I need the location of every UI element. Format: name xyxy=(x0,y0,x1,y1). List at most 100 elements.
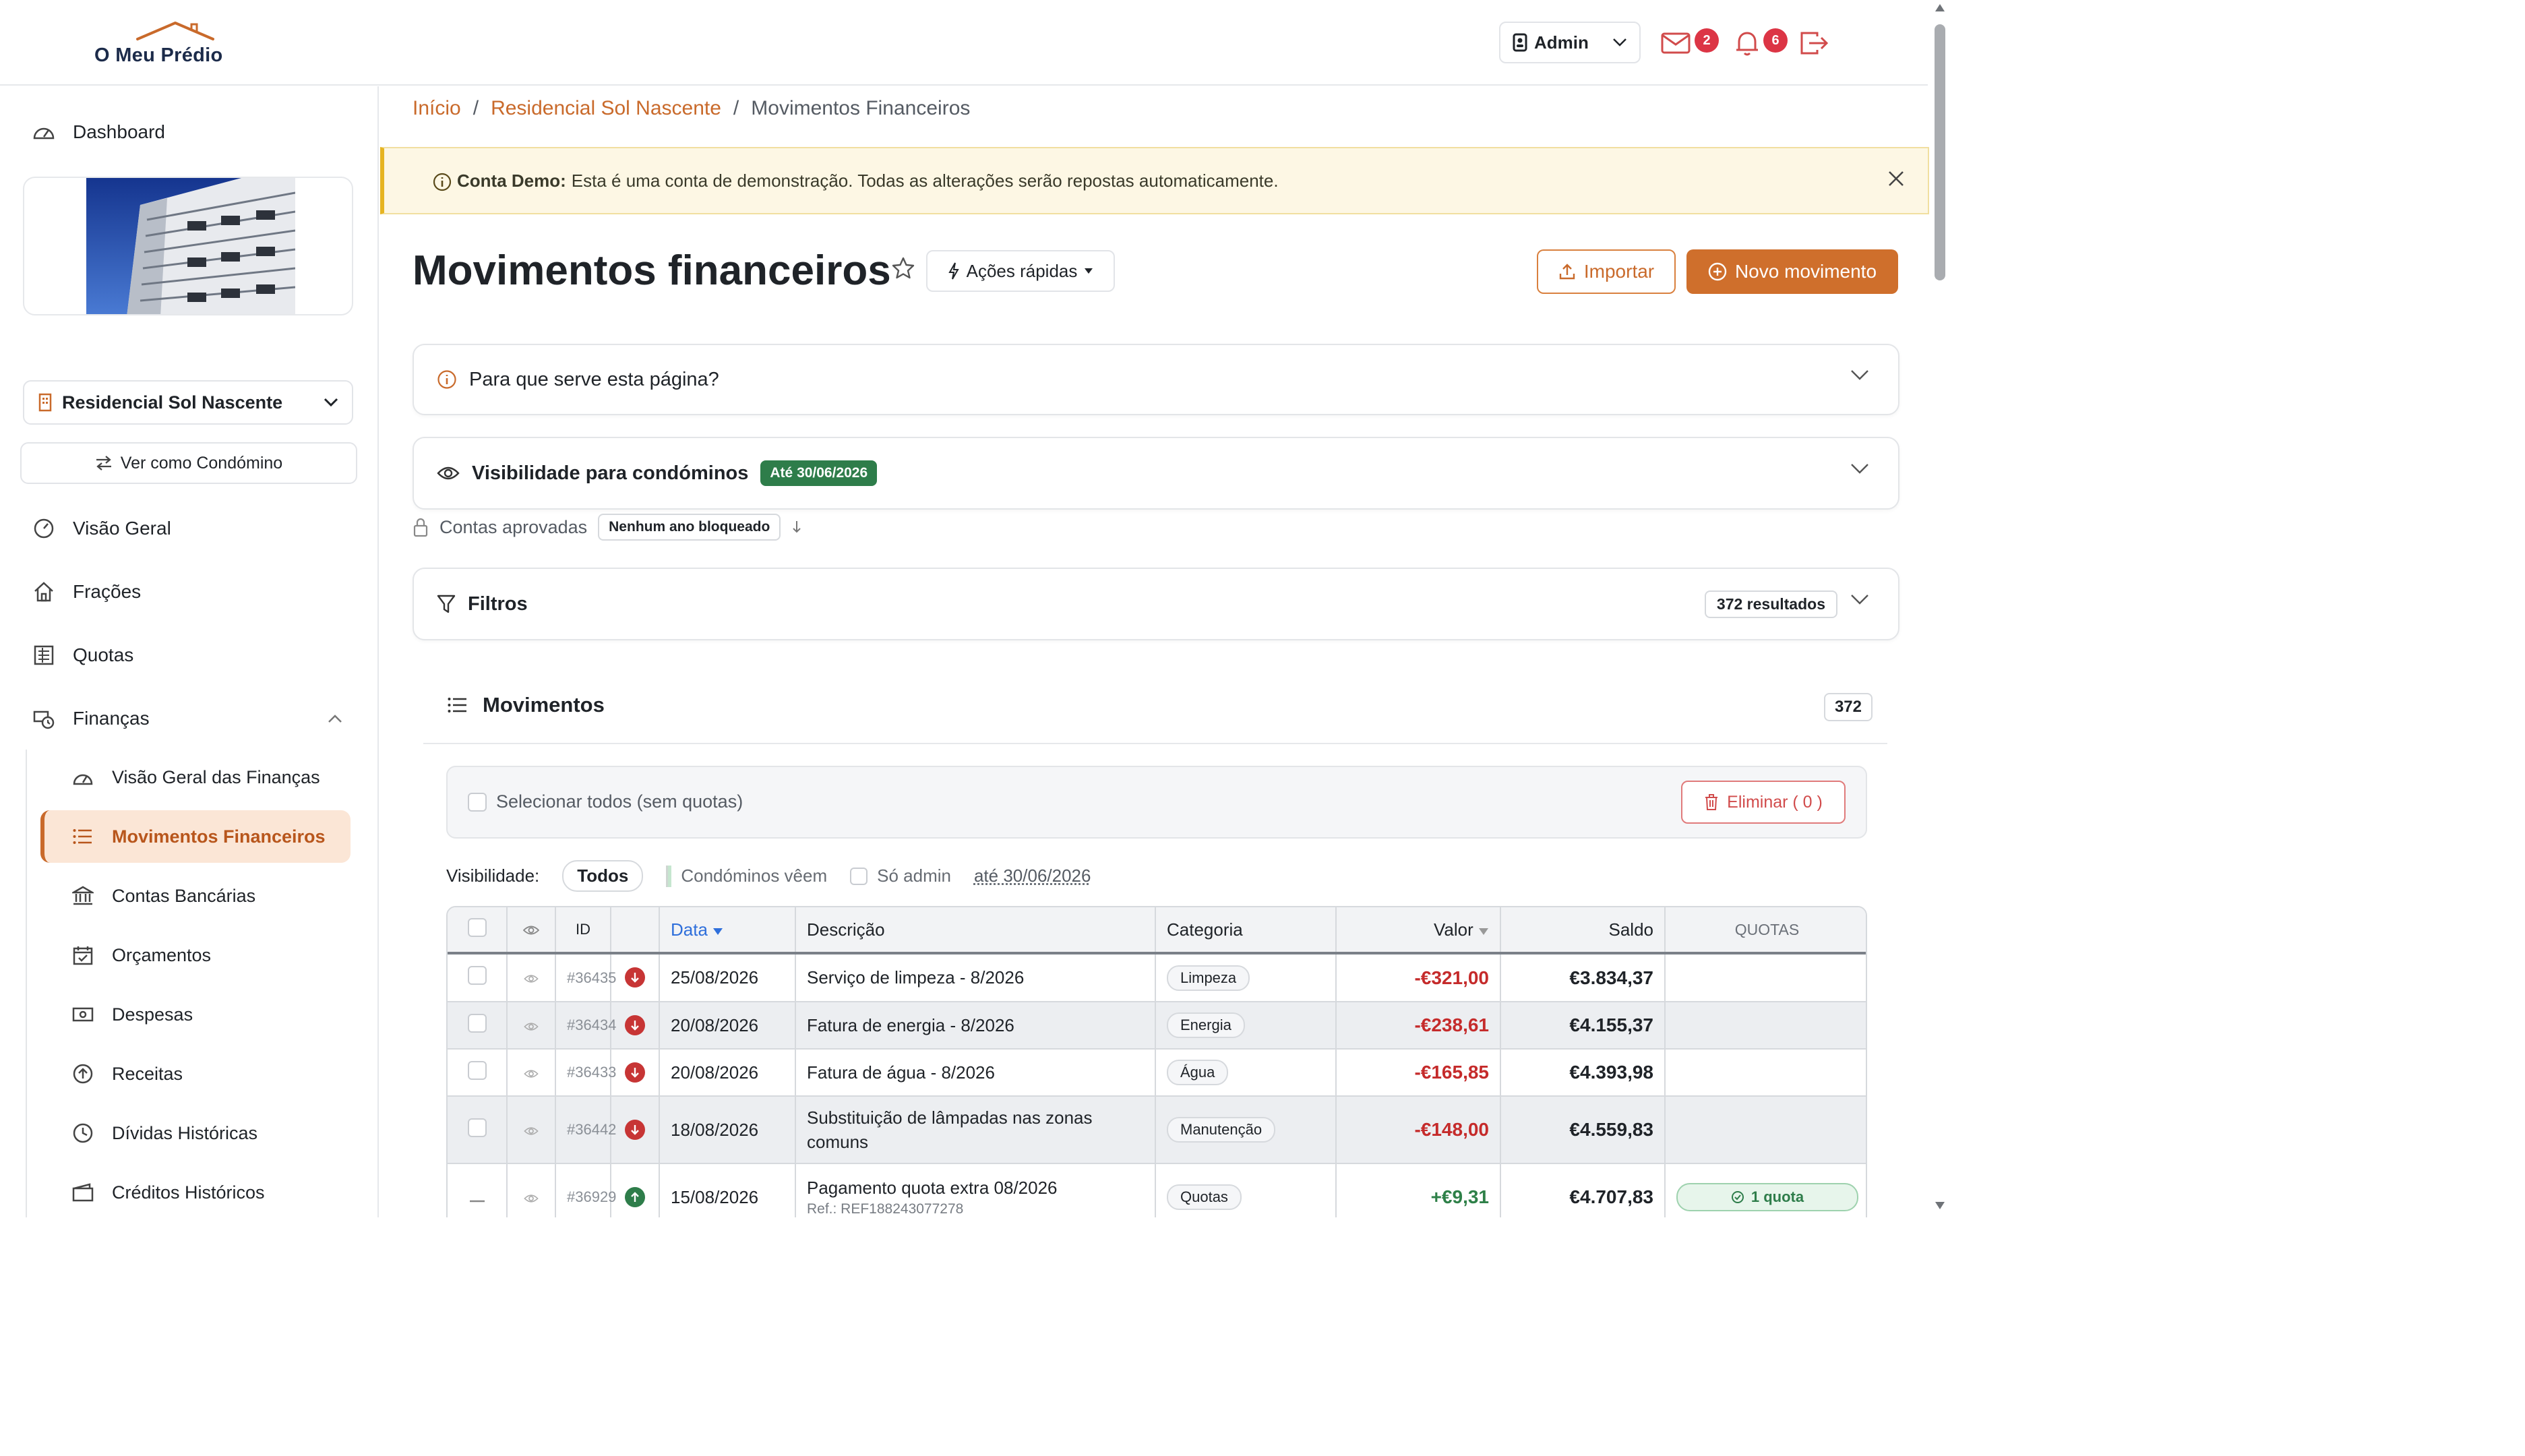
row-checkbox[interactable] xyxy=(467,966,487,985)
header-date-label: Data xyxy=(671,919,708,940)
sidebar-subitem-budgets[interactable]: Orçamentos xyxy=(40,929,351,981)
filters-panel[interactable]: Filtros 372 resultados xyxy=(413,568,1899,640)
sidebar-subitem-expenses[interactable]: Despesas xyxy=(40,988,351,1041)
select-all-control[interactable]: Selecionar todos (sem quotas) xyxy=(468,791,743,812)
row-select-cell[interactable] xyxy=(448,953,508,1002)
category-chip: Manutenção xyxy=(1167,1117,1276,1143)
arrow-down-icon[interactable] xyxy=(791,520,802,535)
logout-button[interactable] xyxy=(1798,27,1831,59)
arrow-down-circle-icon xyxy=(625,1014,645,1035)
quick-actions-dropdown[interactable]: Ações rápidas xyxy=(926,250,1115,292)
row-select-cell[interactable] xyxy=(448,1002,508,1050)
id-badge-icon xyxy=(1513,33,1527,52)
movements-title-text: Movimentos xyxy=(483,693,605,717)
import-button[interactable]: Importar xyxy=(1537,249,1676,294)
eye-icon xyxy=(524,1194,539,1203)
row-id[interactable]: #36435 xyxy=(555,953,616,1002)
table-row[interactable]: #36434 20/08/2026 Fatura de energia - 8/… xyxy=(448,1002,1866,1050)
messages-button[interactable] xyxy=(1660,27,1692,59)
visibility-filter-all[interactable]: Todos xyxy=(562,860,644,892)
demo-banner-strong: Conta Demo: xyxy=(457,170,566,191)
close-icon[interactable] xyxy=(1887,170,1905,187)
header-select-all[interactable] xyxy=(448,907,508,954)
sort-icon xyxy=(1479,928,1488,935)
sidebar-item-fractions[interactable]: Frações xyxy=(32,572,141,612)
table-row[interactable]: #36442 18/08/2026 Substituição de lâmpad… xyxy=(448,1096,1866,1164)
sidebar-item-quotas[interactable]: Quotas xyxy=(32,635,133,675)
import-button-label: Importar xyxy=(1583,261,1655,282)
sidebar-subitem-income[interactable]: Receitas xyxy=(40,1048,351,1100)
breadcrumb-condo-link[interactable]: Residencial Sol Nascente xyxy=(491,97,721,120)
row-checkbox[interactable] xyxy=(467,1060,487,1080)
logo[interactable]: O Meu Prédio xyxy=(94,16,256,73)
swap-arrows-icon xyxy=(96,456,111,471)
header-value[interactable]: Valor xyxy=(1336,907,1501,954)
row-value: +€9,31 xyxy=(1336,1163,1501,1217)
breadcrumb-home-link[interactable]: Início xyxy=(413,97,461,120)
row-checkbox[interactable] xyxy=(467,1013,487,1033)
visibility-until-date[interactable]: até 30/06/2026 xyxy=(974,866,1091,886)
row-balance: €4.559,83 xyxy=(1500,1096,1666,1164)
view-as-condo-button[interactable]: Ver como Condómino xyxy=(20,442,357,484)
header-checkbox[interactable] xyxy=(467,917,487,937)
user-role-select[interactable]: Admin xyxy=(1499,22,1641,63)
row-select-cell[interactable] xyxy=(448,1096,508,1164)
sidebar-subitem-label: Orçamentos xyxy=(112,944,212,965)
delete-selected-button[interactable]: Eliminar ( 0 ) xyxy=(1681,781,1846,824)
table-row[interactable]: #36435 25/08/2026 Serviço de limpeza - 8… xyxy=(448,953,1866,1002)
new-movement-button-label: Novo movimento xyxy=(1734,261,1877,282)
eye-icon xyxy=(524,1069,539,1078)
sidebar-subitem-financial-movements[interactable]: Movimentos Financeiros xyxy=(40,810,351,863)
movements-table: ID Data Descrição Categoria Valor Saldo … xyxy=(446,906,1867,1217)
table-row[interactable]: #36433 20/08/2026 Fatura de água - 8/202… xyxy=(448,1049,1866,1097)
notifications-button[interactable] xyxy=(1731,27,1763,59)
quota-link-chip[interactable]: 1 quota xyxy=(1676,1183,1858,1211)
sidebar-subitem-label: Contas Bancárias xyxy=(112,885,256,906)
bell-icon xyxy=(1736,32,1758,56)
row-direction xyxy=(611,1096,660,1164)
row-visibility-cell xyxy=(507,1096,556,1164)
visibility-panel-header: Visibilidade para condóminos Até 30/06/2… xyxy=(437,438,878,508)
visibility-date-badge: Até 30/06/2026 xyxy=(760,460,878,486)
header-date[interactable]: Data xyxy=(659,907,796,954)
row-id[interactable]: #36442 xyxy=(555,1096,616,1164)
row-id[interactable]: #36929 xyxy=(555,1163,616,1217)
select-all-checkbox[interactable] xyxy=(468,792,487,812)
sidebar-item-label: Dashboard xyxy=(73,121,165,142)
sidebar-item-finances[interactable]: Finanças xyxy=(32,698,349,739)
row-description: Pagamento quota extra 08/2026 xyxy=(807,1177,1058,1198)
row-visibility-cell xyxy=(507,1049,556,1097)
sidebar-item-dashboard[interactable]: Dashboard xyxy=(32,112,165,152)
eye-icon xyxy=(437,466,460,480)
row-id[interactable]: #36433 xyxy=(555,1049,616,1097)
visibility-panel[interactable]: Visibilidade para condóminos Até 30/06/2… xyxy=(413,437,1899,510)
condominium-select[interactable]: Residencial Sol Nascente xyxy=(23,380,353,425)
sidebar-subitem-bank-accounts[interactable]: Contas Bancárias xyxy=(40,870,351,922)
scrollbar-thumb[interactable] xyxy=(1935,24,1945,280)
sidebar-subitem-historic-credits[interactable]: Créditos Históricos xyxy=(40,1166,351,1217)
sidebar-subitem-finance-overview[interactable]: Visão Geral das Finanças xyxy=(40,751,351,803)
help-panel[interactable]: Para que serve esta página? xyxy=(413,344,1899,415)
row-id[interactable]: #36434 xyxy=(555,1002,616,1050)
visibility-filter-admin[interactable]: Só admin xyxy=(850,866,951,886)
sidebar: Dashboard Residencial Sol Nascente Ver c… xyxy=(0,86,379,1217)
wallet-icon xyxy=(71,1181,94,1204)
header-id[interactable]: ID xyxy=(555,907,611,954)
visibility-filter-condos[interactable]: Condóminos vêem xyxy=(666,865,827,887)
building-icon xyxy=(38,393,52,412)
approved-years-chip[interactable]: Nenhum ano bloqueado xyxy=(598,514,781,541)
approved-accounts-label: Contas aprovadas xyxy=(439,516,588,537)
sidebar-item-overview[interactable]: Visão Geral xyxy=(32,508,171,549)
condominium-select-value: Residencial Sol Nascente xyxy=(62,392,283,413)
new-movement-button[interactable]: Novo movimento xyxy=(1686,249,1898,294)
chevron-down-icon xyxy=(1851,595,1868,605)
scroll-up-arrow-icon[interactable] xyxy=(1935,3,1945,12)
scroll-down-arrow-icon[interactable] xyxy=(1935,1201,1945,1211)
favorite-star-icon[interactable] xyxy=(891,256,915,280)
sidebar-subitem-historic-debts[interactable]: Dívidas Históricas xyxy=(40,1107,351,1159)
row-select-cell[interactable] xyxy=(448,1049,508,1097)
table-row[interactable]: #36929 15/08/2026 Pagamento quota extra … xyxy=(448,1163,1866,1217)
movements-title: Movimentos xyxy=(448,693,605,717)
vertical-scrollbar[interactable] xyxy=(1932,0,1948,1217)
row-checkbox[interactable] xyxy=(467,1118,487,1137)
